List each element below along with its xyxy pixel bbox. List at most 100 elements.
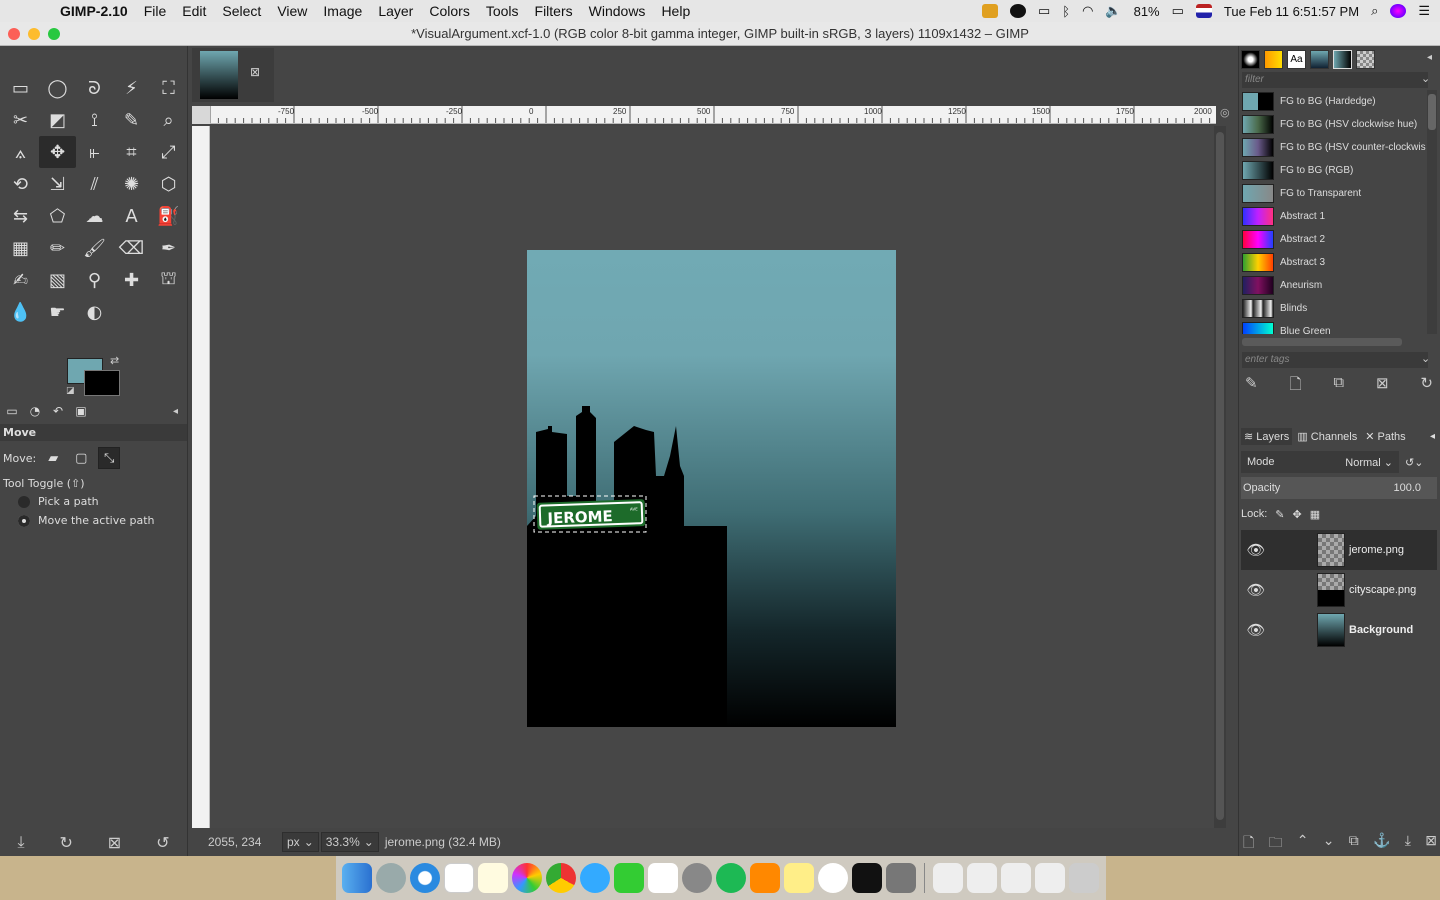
document-icon[interactable] — [1001, 863, 1031, 893]
menu-file[interactable]: File — [136, 3, 175, 19]
move-path-mode-icon[interactable]: ⤡ — [98, 447, 121, 469]
system-preferences-icon[interactable] — [682, 863, 712, 893]
gradients-tab-icon[interactable] — [1333, 50, 1352, 69]
layer-name[interactable]: cityscape.png — [1349, 584, 1416, 596]
foreground-select-tool-icon[interactable]: ◩ — [39, 104, 76, 136]
delete-options-icon[interactable]: ⊠ — [108, 833, 121, 852]
menu-layer[interactable]: Layer — [370, 3, 421, 19]
brushes-tab-icon[interactable] — [1241, 50, 1260, 69]
gradient-tool-icon[interactable]: ▦ — [2, 232, 39, 264]
menu-image[interactable]: Image — [315, 3, 370, 19]
chevron-down-icon[interactable]: ⌄ — [1421, 72, 1430, 85]
notes-icon[interactable] — [478, 863, 508, 893]
menu-windows[interactable]: Windows — [581, 3, 654, 19]
airbrush-tool-icon[interactable]: ✒ — [150, 232, 187, 264]
menu-edit[interactable]: Edit — [174, 3, 214, 19]
unit-select[interactable]: px ⌄ — [282, 832, 319, 852]
mode-reset-icon[interactable]: ↺⌄ — [1405, 456, 1423, 469]
layer-row[interactable]: 👁 cityscape.png — [1241, 570, 1437, 610]
warp-transform-tool-icon[interactable]: ☁ — [76, 200, 113, 232]
anchor-layer-icon[interactable]: ⚓ — [1373, 832, 1390, 856]
gradient-list[interactable]: FG to BG (Hardedge) FG to BG (HSV clockwi… — [1242, 90, 1426, 334]
tab-layers[interactable]: ≋ Layers — [1241, 427, 1293, 445]
gradient-filter-input[interactable]: filter — [1242, 72, 1428, 88]
horizontal-ruler[interactable]: -750 -500 -250 0 250 500 750 1000 1250 1… — [210, 106, 1216, 124]
menu-colors[interactable]: Colors — [421, 3, 477, 19]
tray-circle-icon[interactable] — [1009, 4, 1026, 18]
duplicate-gradient-icon[interactable]: ⧉ — [1333, 374, 1344, 399]
visibility-eye-icon[interactable]: 👁 — [1241, 581, 1271, 599]
gradient-item[interactable]: FG to Transparent — [1242, 182, 1426, 205]
rect-select-tool-icon[interactable]: ▭ — [2, 72, 39, 104]
app-tray-icon[interactable] — [981, 4, 998, 18]
move-active-path-radio[interactable] — [18, 514, 30, 527]
calendar-icon[interactable] — [444, 863, 474, 893]
chevron-down-icon[interactable]: ⌄ — [1421, 352, 1430, 365]
vertical-scrollbar[interactable] — [1214, 126, 1226, 830]
tab-paths[interactable]: ✕ Paths — [1362, 428, 1408, 445]
delete-layer-icon[interactable]: ⊠ — [1425, 832, 1437, 856]
configure-tab-icon[interactable]: ◂ — [1427, 52, 1432, 63]
finder-icon[interactable] — [342, 863, 372, 893]
background-color-swatch[interactable] — [84, 370, 120, 396]
warp-tool-icon[interactable]: ✺ — [113, 168, 150, 200]
menu-select[interactable]: Select — [214, 3, 269, 19]
close-window-button[interactable] — [8, 28, 20, 40]
delete-gradient-icon[interactable]: ⊠ — [1376, 374, 1389, 399]
gradient-item[interactable]: FG to BG (Hardedge) — [1242, 90, 1426, 113]
gradient-item[interactable]: Aneurism — [1242, 274, 1426, 297]
unified-transform-tool-icon[interactable]: ⤢ — [150, 136, 187, 168]
bucket-fill-tool-icon[interactable]: ⛽ — [150, 200, 187, 232]
move-active-path-option[interactable]: Move the active path — [0, 511, 187, 530]
fonts-tab-icon[interactable]: Aa — [1287, 50, 1306, 69]
lock-alpha-icon[interactable]: ▦ — [1310, 508, 1320, 521]
minimize-window-button[interactable] — [28, 28, 40, 40]
vertical-ruler[interactable] — [192, 126, 210, 830]
new-layer-icon[interactable]: 🗋 — [1243, 832, 1254, 856]
measure-tool-icon[interactable]: ⟑ — [2, 136, 39, 168]
configure-tab-icon[interactable]: ◂ — [1430, 431, 1435, 442]
paths-tool-icon[interactable]: ⟟ — [76, 104, 113, 136]
blur-tool-icon[interactable]: 💧 — [2, 296, 39, 328]
gradient-item[interactable]: FG to BG (RGB) — [1242, 159, 1426, 182]
close-image-tab-icon[interactable]: ⊠ — [250, 66, 262, 78]
gradient-tags-input[interactable]: enter tags — [1242, 352, 1428, 368]
palettes-tab-icon[interactable] — [1356, 50, 1375, 69]
battery-percent[interactable]: 81% — [1134, 4, 1160, 19]
flag-icon[interactable] — [1195, 4, 1212, 18]
free-select-tool-icon[interactable]: ᘐ — [76, 72, 113, 104]
fuzzy-select-tool-icon[interactable]: ⚡ — [113, 72, 150, 104]
image-tab[interactable]: ⊠ — [192, 48, 274, 102]
menu-filters[interactable]: Filters — [527, 3, 581, 19]
heal-tool-icon[interactable]: ✚ — [113, 264, 150, 296]
scissors-tool-icon[interactable]: ✂ — [2, 104, 39, 136]
color-picker-tool-icon[interactable]: ✎ — [113, 104, 150, 136]
duplicate-layer-icon[interactable]: ⧉ — [1349, 832, 1359, 856]
reset-options-icon[interactable]: ↺ — [156, 833, 169, 852]
launchpad-icon[interactable] — [376, 863, 406, 893]
clone-tool-icon[interactable]: ⚲ — [76, 264, 113, 296]
refresh-gradients-icon[interactable]: ↻ — [1420, 374, 1433, 399]
new-layer-group-icon[interactable]: 🗀 — [1269, 832, 1283, 856]
swap-colors-icon[interactable]: ⇄ — [110, 354, 119, 367]
siri-icon[interactable] — [1390, 4, 1407, 18]
volume-icon[interactable]: 🔈 — [1105, 3, 1121, 19]
gradient-item[interactable]: FG to BG (HSV clockwise hue) — [1242, 113, 1426, 136]
spotify-icon[interactable] — [716, 863, 746, 893]
gradient-item[interactable]: Blinds — [1242, 297, 1426, 320]
undo-history-tab-icon[interactable]: ↶ — [50, 404, 66, 420]
street-sign[interactable]: JEROME AVE — [536, 499, 646, 530]
reminders-icon[interactable] — [818, 863, 848, 893]
configure-tab-icon[interactable]: ◂ — [173, 406, 178, 417]
clock[interactable]: Tue Feb 11 6:51:57 PM — [1224, 4, 1359, 19]
preview-icon[interactable] — [648, 863, 678, 893]
canvas-image[interactable]: JEROME AVE — [210, 126, 1216, 830]
menu-tools[interactable]: Tools — [478, 3, 527, 19]
bluetooth-icon[interactable]: ᛒ — [1062, 4, 1070, 19]
rotate-tool-icon[interactable]: ⟲ — [2, 168, 39, 200]
paintbrush-tool-icon[interactable]: 🖌 — [76, 232, 113, 264]
trash-icon[interactable] — [1069, 863, 1099, 893]
patterns-tab-icon[interactable] — [1264, 50, 1283, 69]
text-tool-icon[interactable]: A — [113, 200, 150, 232]
perspective-clone-tool-icon[interactable]: ⛫ — [150, 264, 187, 296]
